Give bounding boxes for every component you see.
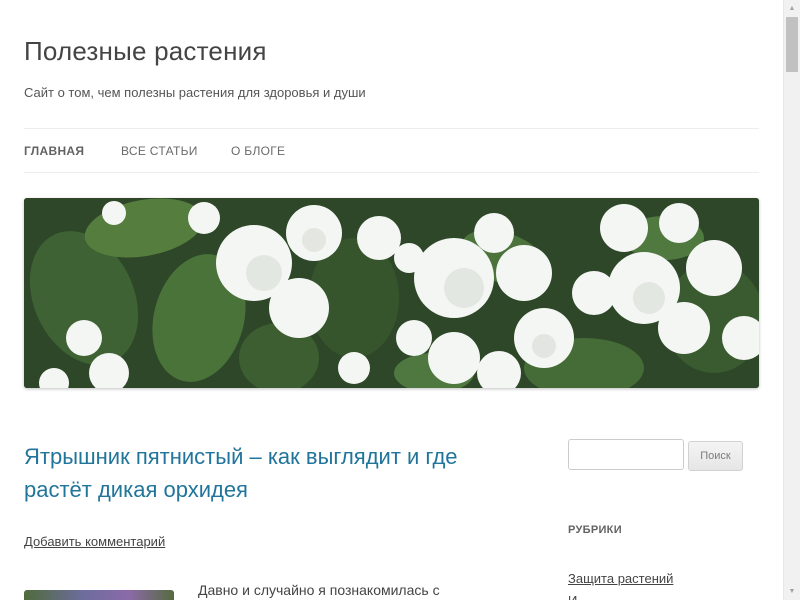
scrollbar-thumb[interactable]	[786, 17, 798, 72]
nav-item-about-blog[interactable]: О БЛОГЕ	[231, 144, 285, 158]
post-thumbnail-image[interactable]	[24, 590, 174, 600]
nav-item-home[interactable]: ГЛАВНАЯ	[24, 144, 84, 158]
post-excerpt: Давно и случайно я познакомилась с	[198, 582, 440, 598]
categories-widget-title: РУБРИКИ	[568, 524, 622, 536]
scroll-down-arrow-icon[interactable]: ▼	[784, 583, 800, 600]
add-comment-link[interactable]: Добавить комментарий	[24, 534, 165, 549]
site-title[interactable]: Полезные растения	[24, 36, 267, 67]
site-description: Сайт о том, чем полезны растения для здо…	[24, 85, 366, 100]
main-navigation: ГЛАВНАЯ ВСЕ СТАТЬИ О БЛОГЕ	[24, 128, 759, 173]
vertical-scrollbar[interactable]: ▲ ▼	[783, 0, 800, 600]
search-button[interactable]: Поиск	[688, 441, 743, 471]
category-link[interactable]: Защита растений	[568, 571, 673, 586]
page: Полезные растения Сайт о том, чем полезн…	[0, 0, 800, 600]
jasmine-flowers-image	[24, 198, 759, 388]
header-banner-image[interactable]	[24, 198, 759, 388]
search-input[interactable]	[568, 439, 684, 470]
post-title-link[interactable]: Ятрышник пятнистый – как выглядит и где …	[24, 440, 524, 506]
nav-item-all-articles[interactable]: ВСЕ СТАТЬИ	[121, 144, 198, 158]
scroll-up-arrow-icon[interactable]: ▲	[784, 0, 800, 17]
category-link[interactable]: И	[568, 593, 577, 600]
